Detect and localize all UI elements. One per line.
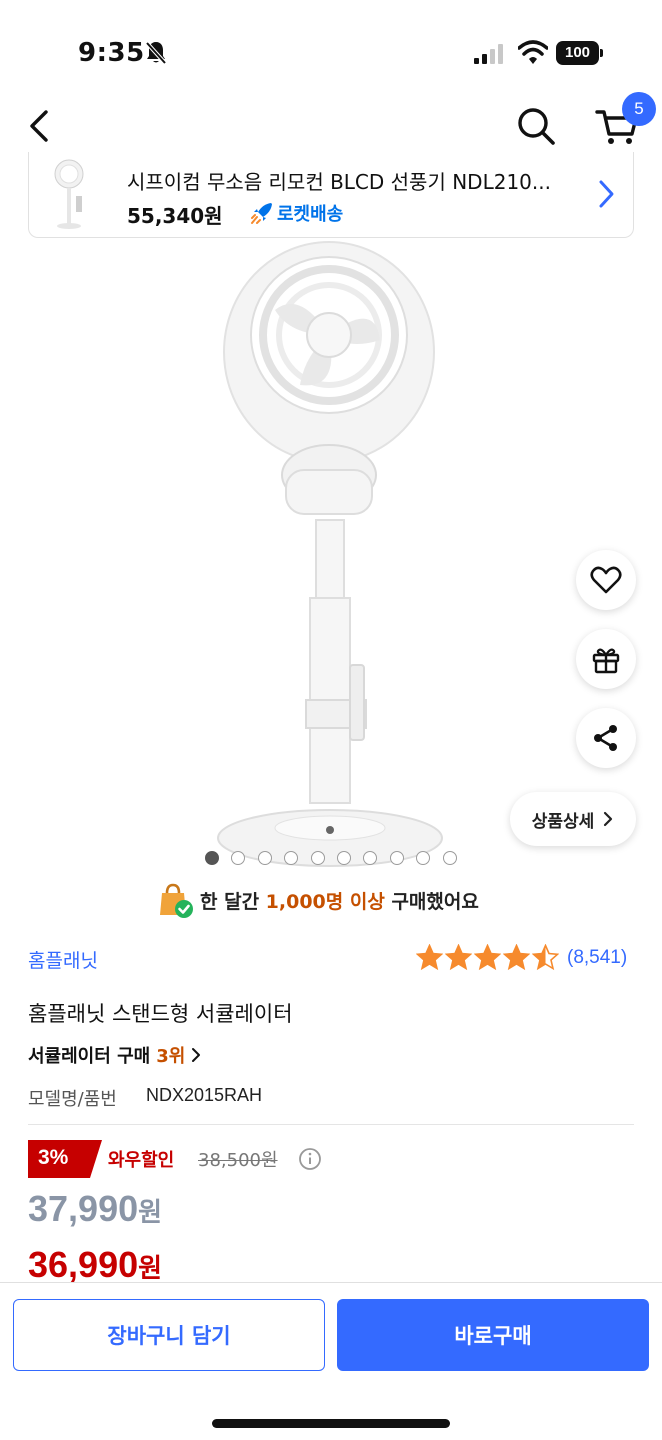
bell-off-icon <box>145 41 167 65</box>
sale-price-value: 37,990 <box>28 1188 139 1229</box>
sale-price: 37,990원 <box>28 1188 162 1230</box>
add-to-cart-button[interactable]: 장바구니 담기 <box>13 1299 325 1371</box>
notice-prefix: 한 달간 <box>200 890 266 913</box>
gallery-pagination[interactable] <box>205 851 457 865</box>
pagination-dot[interactable] <box>416 851 431 865</box>
cart-count-badge[interactable]: 5 <box>622 92 656 126</box>
purchase-notice: 한 달간 1,000명 이상 구매했어요 <box>156 880 479 920</box>
pagination-dot[interactable] <box>257 851 272 865</box>
home-indicator[interactable] <box>212 1419 450 1428</box>
notice-highlight: 1,000명 이상 <box>265 890 385 913</box>
star-icon <box>445 944 472 971</box>
sticky-product-price: 55,340원 <box>127 204 223 228</box>
battery-level: 100 <box>556 41 599 65</box>
product-detail-button[interactable]: 상품상세 <box>510 792 636 846</box>
currency-unit: 원 <box>138 1254 163 1284</box>
rating[interactable]: (8,541) <box>416 944 627 971</box>
star-icon <box>474 944 501 971</box>
currency-unit: 원 <box>138 1198 163 1228</box>
chevron-right-icon[interactable] <box>595 178 617 210</box>
info-icon[interactable] <box>298 1147 322 1171</box>
chevron-right-icon <box>604 811 613 827</box>
model-label: 모델명/품번 <box>28 1089 117 1110</box>
model-value: NDX2015RAH <box>146 1085 263 1105</box>
product-thumbnail <box>54 159 84 229</box>
wow-price-value: 36,990 <box>28 1244 139 1285</box>
pagination-dot[interactable] <box>363 851 378 865</box>
back-arrow-icon[interactable] <box>22 104 58 148</box>
pagination-dot[interactable] <box>336 851 351 865</box>
discount-rate: 3% <box>38 1146 69 1169</box>
status-time: 9:35 <box>78 38 145 68</box>
star-rating <box>416 944 559 971</box>
share-button[interactable] <box>576 708 636 768</box>
product-image[interactable] <box>190 240 480 870</box>
purchase-notice-text: 한 달간 1,000명 이상 구매했어요 <box>200 887 479 914</box>
rocket-icon <box>251 203 272 224</box>
sticky-product-title: 시프이컴 무소음 리모컨 BLCD 선풍기 NDL210... <box>127 170 551 194</box>
signal-icon <box>474 44 503 64</box>
pagination-dot[interactable] <box>389 851 404 865</box>
rocket-delivery-badge: 로켓배송 <box>249 200 343 226</box>
shopping-bag-icon <box>160 883 193 918</box>
bottom-action-bar: 장바구니 담기 바로구매 <box>0 1282 662 1440</box>
rank-label: 서큘레이터 구매 <box>28 1046 151 1067</box>
rocket-delivery-label: 로켓배송 <box>277 204 344 225</box>
pagination-dot[interactable] <box>284 851 299 865</box>
wow-price: 36,990원 <box>28 1244 162 1286</box>
pagination-dot[interactable] <box>205 851 219 865</box>
sticky-product-card[interactable]: 시프이컴 무소음 리모컨 BLCD 선풍기 NDL210... 55,340원 … <box>28 152 634 238</box>
heart-icon <box>590 566 622 594</box>
status-bar: 9:35 100 <box>0 0 662 100</box>
share-icon <box>594 725 617 751</box>
wow-discount-label: 와우할인 <box>108 1150 175 1171</box>
review-count[interactable]: (8,541) <box>567 947 627 969</box>
notice-suffix: 구매했어요 <box>384 890 479 913</box>
product-title: 홈플래닛 스탠드형 서큘레이터 <box>28 1002 293 1026</box>
gift-icon <box>592 648 620 674</box>
pagination-dot[interactable] <box>442 851 457 865</box>
pagination-dot[interactable] <box>231 851 246 865</box>
gift-button[interactable] <box>576 629 636 689</box>
battery-indicator: 100 <box>556 41 604 65</box>
wifi-icon <box>518 40 548 64</box>
star-icon <box>416 944 443 971</box>
chevron-right-icon <box>192 1048 201 1062</box>
discount-rate-badge: 3% <box>28 1140 102 1178</box>
original-price: 38,500원 <box>198 1150 278 1171</box>
search-icon[interactable] <box>514 104 558 148</box>
star-icon <box>532 944 559 971</box>
rank-value: 3위 <box>156 1046 186 1067</box>
category-rank-link[interactable]: 서큘레이터 구매 3위 <box>28 1042 201 1068</box>
divider <box>28 1124 634 1125</box>
wishlist-button[interactable] <box>576 550 636 610</box>
pagination-dot[interactable] <box>310 851 325 865</box>
star-icon <box>503 944 530 971</box>
product-detail-label: 상품상세 <box>531 811 595 832</box>
brand-link[interactable]: 홈플래닛 <box>28 946 98 973</box>
buy-now-button[interactable]: 바로구매 <box>337 1299 649 1371</box>
